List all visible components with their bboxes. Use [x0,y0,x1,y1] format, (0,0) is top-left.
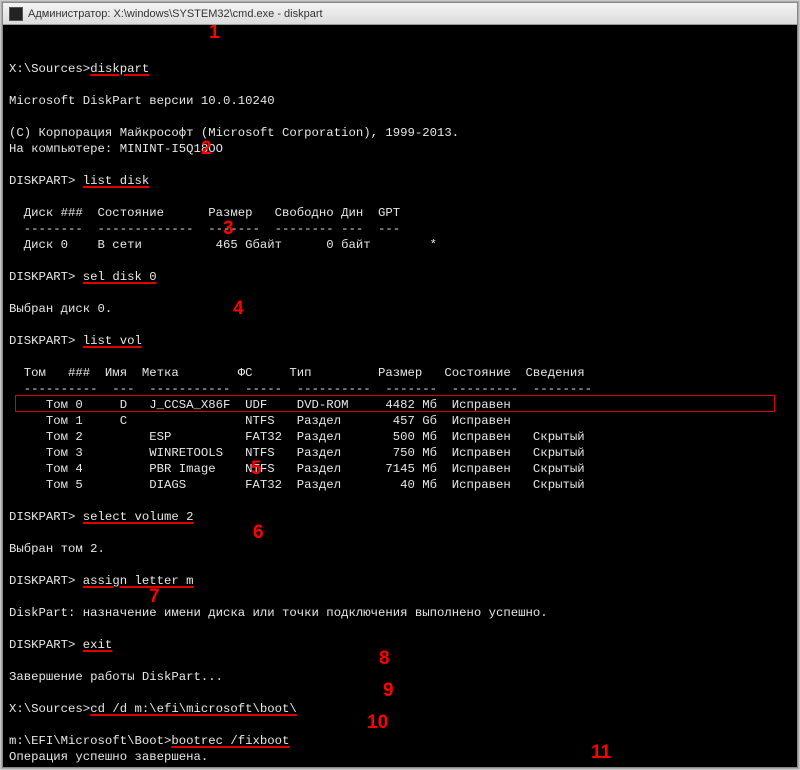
cmd-cd-efi: cd /d m:\efi\microsoft\boot\ [90,702,297,716]
disk-dash: -------- ------------- ------- -------- … [9,222,400,236]
cmd-list-vol: list vol [83,334,142,348]
callout-3: 3 [223,221,234,237]
table-row: Том 0 D J_CCSA_X86F UDF DVD-ROM 4482 Мб … [9,398,511,412]
cmd-window: Администратор: X:\windows\SYSTEM32\cmd.e… [2,2,798,768]
disk-header: Диск ### Состояние Размер Свободно Дин G… [9,206,400,220]
callout-1: 1 [209,25,220,41]
callout-7: 7 [149,589,160,605]
callout-10: 10 [367,715,388,731]
cmd-select-volume: select volume 2 [83,510,194,524]
cmd-assign-letter: assign letter m [83,574,194,588]
terminal-output[interactable]: X:\Sources>diskpart Microsoft DiskPart в… [3,25,797,767]
computer-line: На компьютере: MININT-I5Q18OO [9,142,223,156]
vol-header: Том ### Имя Метка ФС Тип Размер Состояни… [9,366,585,380]
titlebar[interactable]: Администратор: X:\windows\SYSTEM32\cmd.e… [3,3,797,25]
prompt: DISKPART> [9,270,83,284]
table-row: Том 3 WINRETOOLS NTFS Раздел 750 Мб Испр… [9,446,585,460]
vol-dash: ---------- --- ----------- ----- -------… [9,382,592,396]
cmd-list-disk: list disk [83,174,149,188]
prompt: X:\Sources> [9,702,90,716]
prompt: DISKPART> [9,174,83,188]
copyright-line: (C) Корпорация Майкрософт (Microsoft Cor… [9,126,459,140]
window-title: Администратор: X:\windows\SYSTEM32\cmd.e… [28,8,323,20]
cmd-bootrec: bootrec /fixboot [171,734,289,748]
exit-result: Завершение работы DiskPart... [9,670,223,684]
cmd-exit: exit [83,638,113,652]
assign-result: DiskPart: назначение имени диска или точ… [9,606,548,620]
cmd-icon [9,7,23,21]
callout-9: 9 [383,683,394,699]
prompt: DISKPART> [9,574,83,588]
table-row: Том 4 PBR Image NTFS Раздел 7145 Мб Испр… [9,462,585,476]
callout-5: 5 [251,461,262,477]
version-line: Microsoft DiskPart версии 10.0.10240 [9,94,275,108]
callout-2: 2 [201,141,212,157]
sel-disk-result: Выбран диск 0. [9,302,112,316]
prompt: DISKPART> [9,638,83,652]
sel-vol-result: Выбран том 2. [9,542,105,556]
callout-4: 4 [233,301,244,317]
prompt: X:\Sources> [9,62,90,76]
table-row: Том 1 C NTFS Раздел 457 Gб Исправен [9,414,511,428]
prompt: DISKPART> [9,334,83,348]
cmd-diskpart: diskpart [90,62,149,76]
table-row: Том 5 DIAGS FAT32 Раздел 40 Мб Исправен … [9,478,585,492]
disk-row: Диск 0 В сети 465 Gбайт 0 байт * [9,238,437,252]
table-row: Том 2 ESP FAT32 Раздел 500 Мб Исправен С… [9,430,585,444]
prompt: m:\EFI\Microsoft\Boot> [9,734,171,748]
bootrec-result: Операция успешно завершена. [9,750,208,764]
cmd-sel-disk: sel disk 0 [83,270,157,284]
prompt: DISKPART> [9,510,83,524]
callout-6: 6 [253,525,264,541]
callout-11: 11 [591,745,611,761]
callout-8: 8 [379,651,390,667]
